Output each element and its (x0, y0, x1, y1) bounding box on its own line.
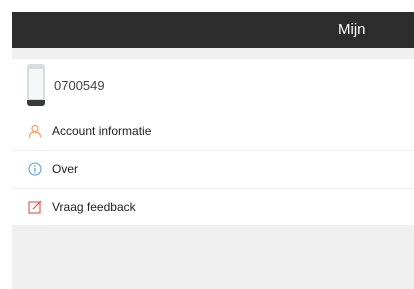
profile-row[interactable]: 0700549 (12, 59, 414, 114)
empty-background-area (12, 225, 414, 289)
app-screen: Mijn 0700549 Account informatie Over Vra… (0, 0, 414, 289)
phone-icon (27, 64, 45, 106)
menu-item-label: Vraag feedback (52, 200, 136, 214)
edit-icon (28, 200, 42, 214)
profile-number: 0700549 (54, 78, 105, 93)
menu-item-label: Account informatie (52, 124, 152, 138)
menu-item-over[interactable]: Over (12, 151, 414, 189)
user-icon (28, 124, 42, 138)
page-title: Mijn (338, 21, 366, 38)
menu-item-vraag-feedback[interactable]: Vraag feedback (12, 189, 414, 227)
info-icon (28, 162, 42, 176)
menu-item-account-informatie[interactable]: Account informatie (12, 113, 414, 151)
menu-item-label: Over (52, 162, 79, 176)
section-separator (12, 48, 414, 59)
navigation-bar: Mijn (12, 12, 414, 48)
